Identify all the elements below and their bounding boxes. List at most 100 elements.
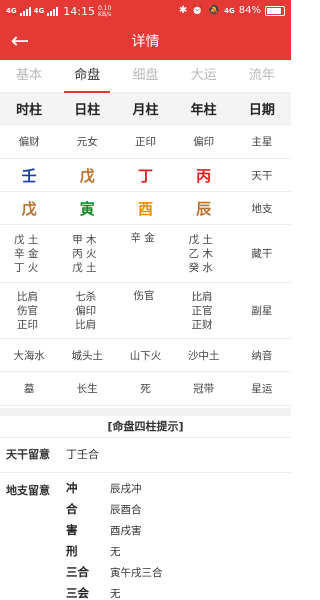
divider [0,472,291,473]
dizhi-item: 三会 无 [66,583,121,600]
grid-cell: 偏财 [18,136,40,148]
grid-line: 正财 [191,318,213,331]
network-type: 4G [224,6,235,15]
tab-bar: 基本 命盘 细盘 大运 流年 [0,60,291,93]
row-fuxing: 比肩 伤官 正印 七杀 偏印 比肩 伤官 比肩 正官 正财 副星 [0,283,291,339]
status-bar: 4G 4G 14:15 0.10 KB/s ✱ ⏰ 🔕 4G 84% [0,0,291,24]
tips-title: [命盘四柱提示] [0,416,291,438]
grid-cell: 墓 [23,383,35,395]
grid-cell: 比肩 伤官 正印 [0,283,58,338]
grid-line: 辛 金 [130,232,155,244]
grid-cell: 死 [140,383,151,395]
tab-mingpan[interactable]: 命盘 [58,60,116,93]
grid-line: 比肩 [17,290,38,303]
clock: 14:15 [63,5,95,18]
row-label: 副星 [251,305,273,317]
grid-line: 七杀 [75,290,97,303]
header-nianzhu: 年柱 [190,103,217,118]
page-title: 详情 [131,34,160,50]
dizhi-key: 刑 [66,544,78,558]
grid-cell: 戊 [79,166,95,185]
dizhi-value: 寅午戌三合 [110,566,163,579]
dizhi-value: 无 [110,545,121,558]
tab-dayun[interactable]: 大运 [175,60,233,92]
bazi-grid: 时柱 日柱 月柱 年柱 日期 偏财 元女 正印 偏印 主星 壬 戊 丁 丙 天干… [0,93,291,406]
dizhi-key: 三合 [66,565,89,579]
battery-icon [265,5,285,16]
grid-cell: 壬 [21,166,37,185]
dizhi-item: 三合 寅午戌三合 [66,562,163,582]
dizhi-key: 三会 [66,586,89,600]
grid-cell: 七杀 偏印 比肩 [58,283,116,338]
grid-cell: 正印 [134,136,156,148]
dizhi-key: 合 [66,502,78,516]
row-zhuxing: 偏财 元女 正印 偏印 主星 [0,125,291,159]
row-dizhi: 戊 寅 酉 辰 地支 [0,192,291,225]
title-bar: ← 详情 [0,24,291,60]
grid-line: 丙 火 [72,247,97,260]
grid-cell: 甲 木 丙 火 戊 土 [58,225,116,282]
tab-liunian[interactable]: 流年 [233,60,291,92]
dizhi-item: 害 酉戌害 [66,520,142,540]
grid-cell: 戊 土 辛 金 丁 火 [0,225,58,282]
section-divider [0,408,291,416]
dizhi-key: 冲 [66,481,78,495]
row-nayin: 大海水 城头土 山下火 沙中土 纳音 [0,339,291,372]
grid-line: 伤官 [17,304,38,317]
grid-cell: 寅 [79,199,95,218]
grid-line: 偏印 [75,304,97,317]
row-xingyun: 墓 长生 死 冠带 星运 [0,372,291,406]
grid-line: 戊 土 [188,233,213,246]
tab-basic[interactable]: 基本 [0,60,58,92]
row-canggan: 戊 土 辛 金 丁 火 甲 木 丙 火 戊 土 辛 金 戊 土 乙 木 癸 水 … [0,225,291,283]
grid-cell: 山下火 [129,349,162,362]
dizhi-item: 冲 辰戌冲 [66,478,142,498]
grid-line: 伤官 [133,290,155,302]
grid-line: 癸 水 [188,261,213,274]
dizhi-value: 辰戌冲 [110,482,142,495]
row-label: 藏干 [251,248,273,260]
grid-header-row: 时柱 日柱 月柱 年柱 日期 [0,93,291,125]
grid-line: 乙 木 [188,247,213,260]
grid-cell: 辰 [196,199,212,218]
dizhi-value: 辰酉合 [110,503,142,516]
dizhi-key: 害 [66,523,78,537]
dizhi-value: 无 [110,587,121,600]
grid-cell: 辛 金 [116,225,174,282]
row-label: 纳音 [251,349,273,362]
status-right: ✱ ⏰ 🔕 4G 84% [179,5,285,16]
grid-cell: 冠带 [193,383,215,395]
tab-xipan[interactable]: 细盘 [116,60,174,92]
grid-line: 正印 [17,318,38,331]
grid-cell: 伤官 [116,283,174,338]
signal-bars-icon [19,7,31,16]
grid-line: 甲 木 [72,233,97,246]
grid-cell: 城头土 [71,349,104,362]
tiangan-value: 丁壬合 [66,448,99,461]
alarm-icon: ⏰ [191,5,204,16]
battery-percent: 84% [238,5,261,16]
grid-cell: 比肩 正官 正财 [175,283,233,338]
row-label: 天干 [251,169,273,182]
grid-cell: 偏印 [193,136,215,148]
grid-cell: 丙 [196,166,212,185]
grid-line: 丁 火 [14,261,39,274]
row-tiangan: 壬 戊 丁 丙 天干 [0,159,291,192]
grid-line: 戊 土 [14,233,39,246]
dizhi-label: 地支留意 [6,484,50,497]
grid-cell: 元女 [76,136,98,148]
header-date: 日期 [248,103,275,118]
row-label: 星运 [251,383,273,395]
grid-line: 戊 土 [72,261,97,274]
grid-line: 比肩 [75,318,97,331]
dizhi-item: 刑 无 [66,541,121,561]
row-label: 主星 [251,136,273,148]
network-speed-unit: KB/s [98,10,112,18]
grid-cell: 大海水 [13,349,45,362]
header-shizhu: 时柱 [16,103,43,118]
grid-cell: 沙中土 [187,349,220,362]
signal-bars-icon [47,7,59,16]
bluetooth-icon: ✱ [178,5,188,16]
row-label: 地支 [251,202,273,215]
grid-cell: 酉 [137,199,153,218]
